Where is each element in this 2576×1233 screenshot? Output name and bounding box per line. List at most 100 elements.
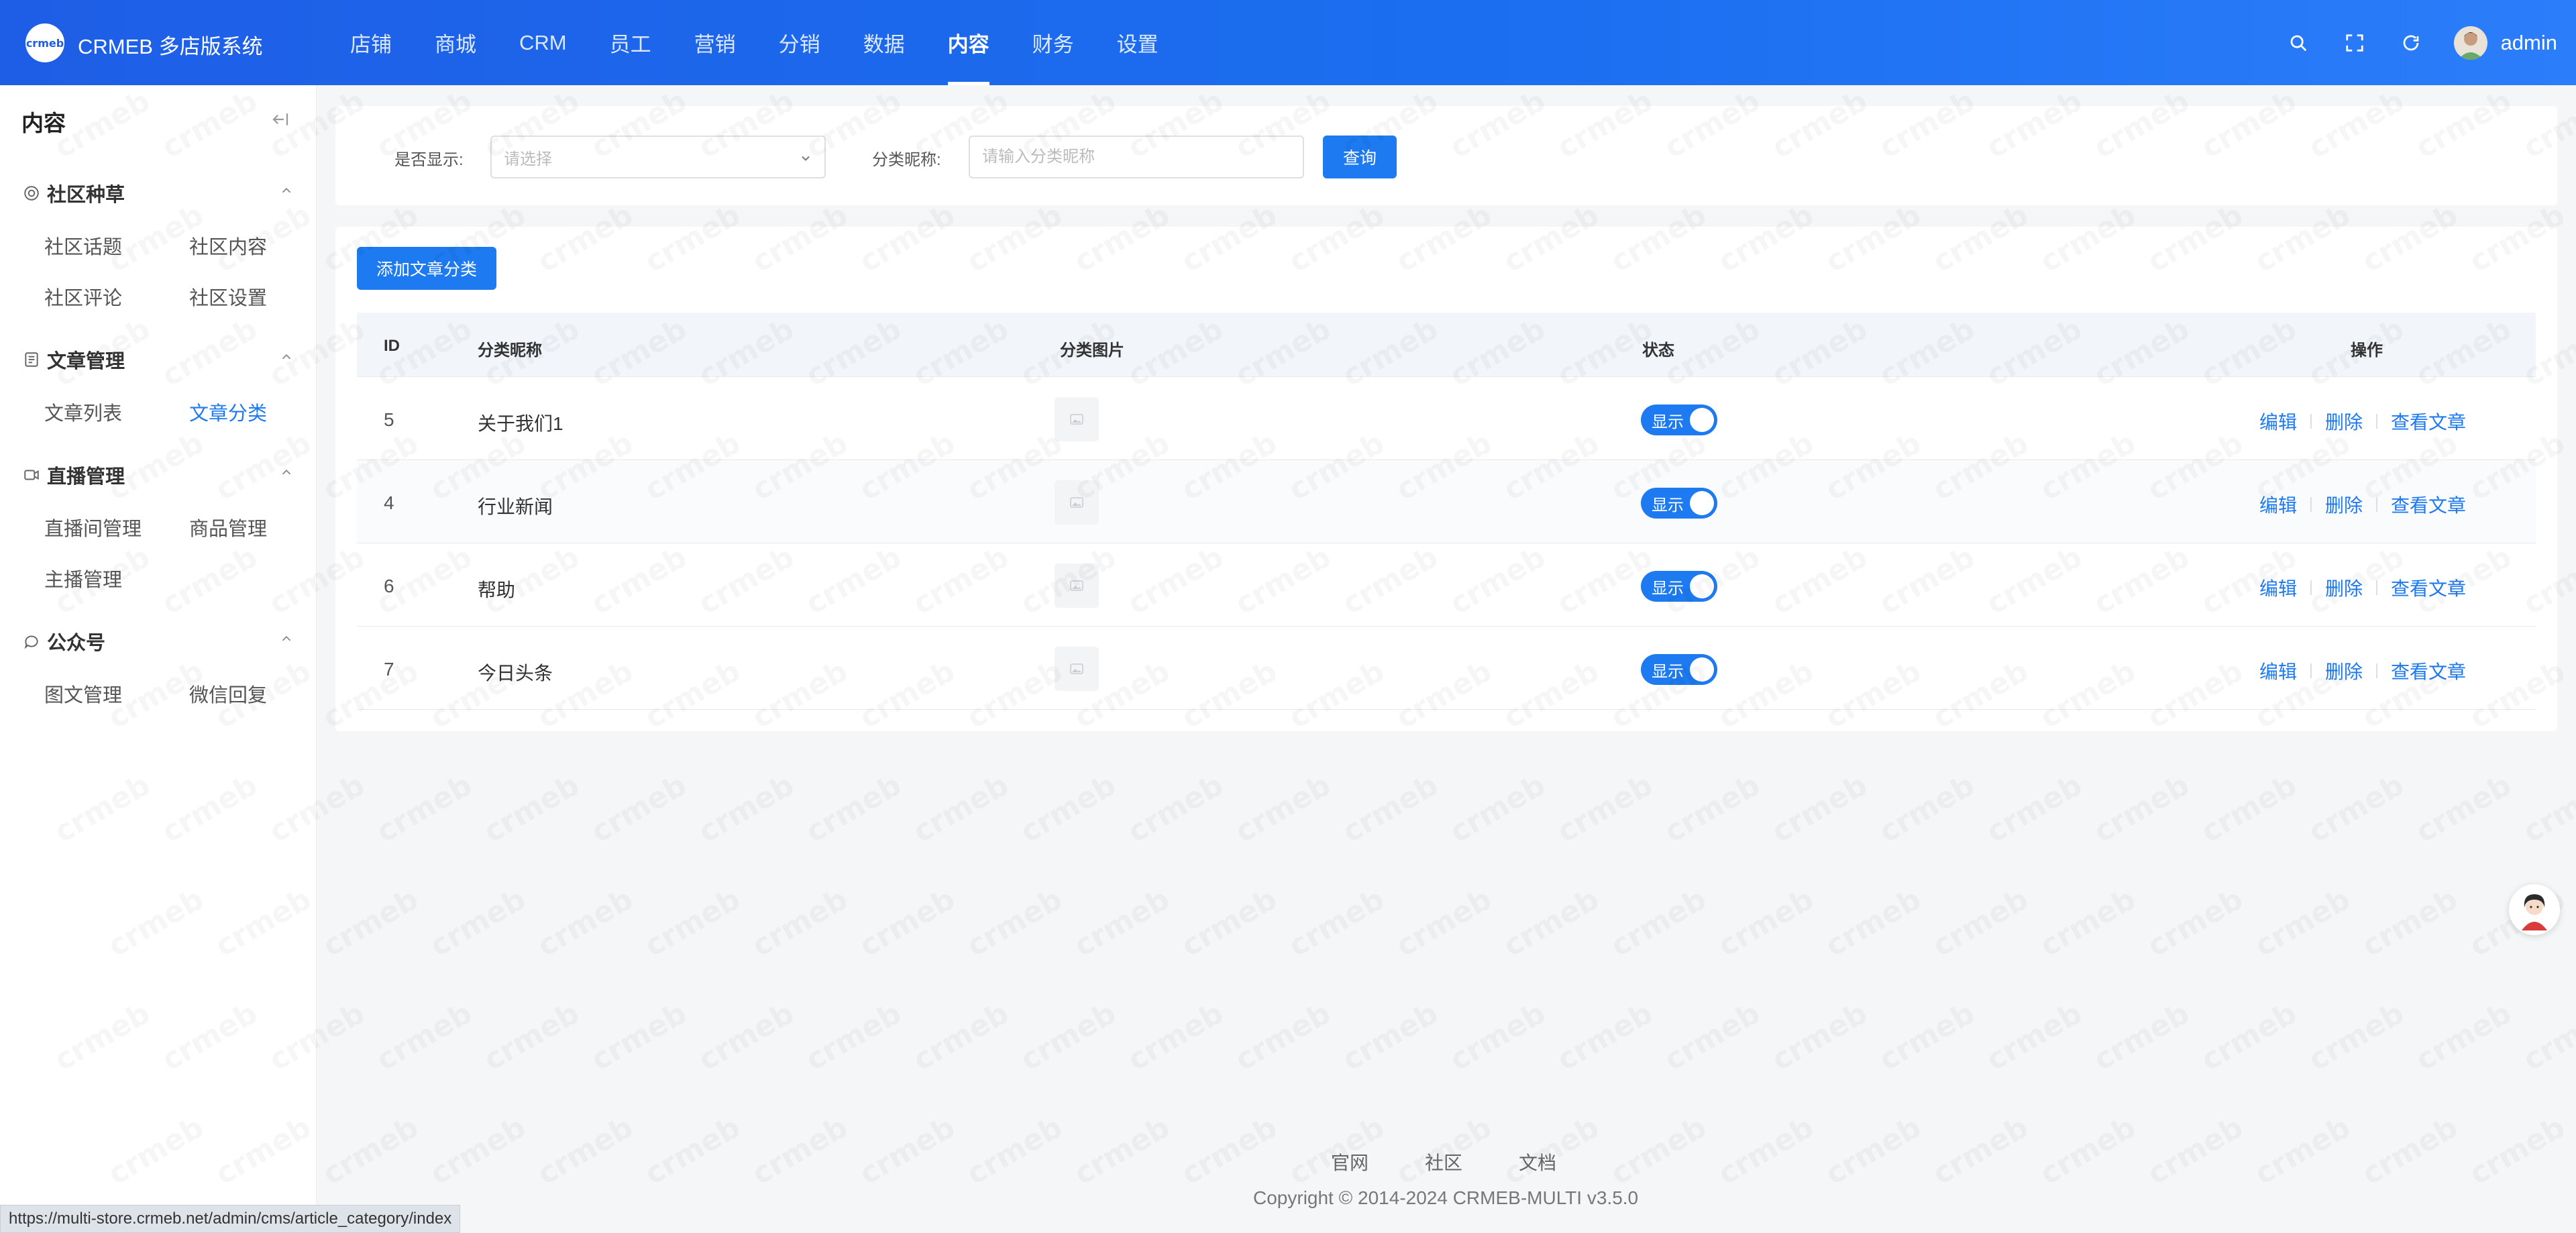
delete-link[interactable]: 删除 bbox=[2325, 491, 2363, 518]
row-actions: 编辑 删除 查看文章 bbox=[2259, 574, 2466, 601]
sidebar-item-article-list[interactable]: 文章列表 bbox=[44, 398, 122, 426]
sidebar-item-wechat-reply[interactable]: 微信回复 bbox=[189, 680, 267, 708]
view-articles-link[interactable]: 查看文章 bbox=[2391, 408, 2466, 435]
category-image[interactable] bbox=[1055, 564, 1099, 608]
sidebar-title: 内容 bbox=[21, 111, 66, 136]
status-toggle-label: 显示 bbox=[1652, 662, 1684, 681]
sidebar-item-community-comments[interactable]: 社区评论 bbox=[44, 282, 122, 311]
footer-link-community[interactable]: 社区 bbox=[1425, 1148, 1462, 1175]
display-select-placeholder: 请选择 bbox=[504, 150, 552, 168]
view-articles-link[interactable]: 查看文章 bbox=[2391, 657, 2466, 684]
display-filter-label: 是否显示: bbox=[394, 151, 464, 169]
top-header: crmeb CRMEB 多店版系统 店铺 商城 CRM 员工 营销 分销 数据 … bbox=[0, 0, 2576, 85]
watermark-text: crmeb bbox=[425, 1110, 532, 1192]
avatar[interactable] bbox=[2453, 25, 2487, 60]
category-image[interactable] bbox=[1055, 647, 1099, 691]
chevron-down-icon bbox=[802, 156, 810, 161]
status-toggle[interactable]: 显示 bbox=[1641, 571, 1717, 602]
column-header-image: 分类图片 bbox=[1060, 341, 1124, 360]
sidebar-item-community-topics[interactable]: 社区话题 bbox=[44, 231, 122, 260]
divider bbox=[2375, 663, 2377, 678]
sidebar-group-live[interactable]: 直播管理 bbox=[23, 461, 294, 489]
toggle-knob bbox=[1690, 491, 1714, 515]
fullscreen-icon[interactable] bbox=[2341, 30, 2368, 56]
watermark-text: crmeb bbox=[2142, 882, 2249, 964]
watermark-text: crmeb bbox=[1766, 996, 1874, 1078]
watermark-text: crmeb bbox=[317, 1110, 425, 1192]
view-articles-link[interactable]: 查看文章 bbox=[2391, 491, 2466, 518]
sidebar-item-graphic-management[interactable]: 图文管理 bbox=[44, 680, 122, 708]
watermark-text: crmeb bbox=[1713, 1110, 1820, 1192]
chevron-up-icon bbox=[282, 635, 291, 641]
watermark-text: crmeb bbox=[1605, 882, 1713, 964]
sidebar-group-label: 社区种草 bbox=[47, 184, 125, 206]
edit-link[interactable]: 编辑 bbox=[2259, 574, 2297, 601]
nav-item-marketing[interactable]: 营销 bbox=[673, 0, 757, 85]
collapse-sidebar-icon[interactable] bbox=[270, 109, 292, 131]
category-image[interactable] bbox=[1055, 480, 1099, 525]
sidebar-item-article-category[interactable]: 文章分类 bbox=[189, 398, 267, 426]
browser-status-url: https://multi-store.crmeb.net/admin/cms/… bbox=[0, 1205, 461, 1233]
status-toggle-label: 显示 bbox=[1652, 496, 1684, 515]
watermark-text: crmeb bbox=[2518, 996, 2576, 1078]
sidebar-item-live-room[interactable]: 直播间管理 bbox=[44, 513, 142, 541]
sidebar-item-community-settings[interactable]: 社区设置 bbox=[189, 282, 267, 311]
status-toggle[interactable]: 显示 bbox=[1641, 488, 1717, 519]
table-row: 7 今日头条 显示 编辑 删除 查看文章 bbox=[357, 627, 2536, 710]
customer-service-avatar[interactable] bbox=[2509, 884, 2560, 935]
sidebar-item-live-anchors[interactable]: 主播管理 bbox=[44, 564, 122, 592]
nav-item-mall[interactable]: 商城 bbox=[413, 0, 498, 85]
watermark-text: crmeb bbox=[1552, 768, 1659, 850]
sidebar-group-community[interactable]: 社区种草 bbox=[23, 179, 294, 207]
nav-item-staff[interactable]: 员工 bbox=[588, 0, 673, 85]
delete-link[interactable]: 删除 bbox=[2325, 574, 2363, 601]
category-name-input[interactable] bbox=[969, 136, 1304, 178]
user-name[interactable]: admin bbox=[2501, 31, 2557, 55]
nav-item-distribution[interactable]: 分销 bbox=[757, 0, 842, 85]
cell-name: 关于我们1 bbox=[478, 413, 564, 434]
cell-name: 帮助 bbox=[478, 580, 516, 600]
sidebar-group-articles[interactable]: 文章管理 bbox=[23, 345, 294, 374]
search-icon[interactable] bbox=[2285, 30, 2312, 56]
edit-link[interactable]: 编辑 bbox=[2259, 408, 2297, 435]
nav-item-data[interactable]: 数据 bbox=[842, 0, 926, 85]
status-toggle[interactable]: 显示 bbox=[1641, 405, 1717, 435]
cell-id: 7 bbox=[384, 659, 394, 680]
sidebar-group-label: 文章管理 bbox=[47, 351, 125, 372]
sidebar-item-live-products[interactable]: 商品管理 bbox=[189, 513, 267, 541]
delete-link[interactable]: 删除 bbox=[2325, 408, 2363, 435]
delete-link[interactable]: 删除 bbox=[2325, 657, 2363, 684]
view-articles-link[interactable]: 查看文章 bbox=[2391, 574, 2466, 601]
refresh-icon[interactable] bbox=[2398, 30, 2424, 56]
display-select[interactable]: 请选择 bbox=[490, 136, 826, 178]
sidebar-group-official-account[interactable]: 公众号 bbox=[23, 627, 294, 655]
status-toggle[interactable]: 显示 bbox=[1641, 654, 1717, 685]
watermark-text: crmeb bbox=[1552, 996, 1659, 1078]
logo[interactable]: crmeb bbox=[25, 23, 64, 62]
watermark-text: crmeb bbox=[532, 1110, 639, 1192]
nav-item-finance[interactable]: 财务 bbox=[1011, 0, 1095, 85]
nav-item-settings[interactable]: 设置 bbox=[1095, 0, 1180, 85]
edit-link[interactable]: 编辑 bbox=[2259, 657, 2297, 684]
column-header-status: 状态 bbox=[1642, 341, 1674, 360]
nav-item-store[interactable]: 店铺 bbox=[329, 0, 413, 85]
table-header: ID 分类昵称 分类图片 状态 操作 bbox=[357, 313, 2536, 377]
sidebar-item-community-content[interactable]: 社区内容 bbox=[189, 231, 267, 260]
footer-link-docs[interactable]: 文档 bbox=[1519, 1148, 1556, 1175]
nav-item-crm[interactable]: CRM bbox=[498, 0, 588, 85]
name-filter-label: 分类昵称: bbox=[872, 151, 941, 169]
watermark-text: crmeb bbox=[908, 768, 1015, 850]
query-button[interactable]: 查询 bbox=[1323, 136, 1397, 178]
nav-item-content[interactable]: 内容 bbox=[926, 0, 1011, 85]
category-image[interactable] bbox=[1055, 397, 1099, 441]
column-header-name: 分类昵称 bbox=[478, 341, 542, 360]
watermark-text: crmeb bbox=[747, 1110, 854, 1192]
edit-link[interactable]: 编辑 bbox=[2259, 491, 2297, 518]
table-row: 4 行业新闻 显示 编辑 删除 查看文章 bbox=[357, 460, 2536, 543]
document-icon bbox=[25, 352, 38, 367]
watermark-text: crmeb bbox=[2249, 882, 2357, 964]
watermark-text: crmeb bbox=[2571, 426, 2576, 508]
footer-link-official-site[interactable]: 官网 bbox=[1331, 1148, 1368, 1175]
watermark-text: crmeb bbox=[1820, 1110, 1927, 1192]
add-category-button[interactable]: 添加文章分类 bbox=[357, 247, 496, 290]
